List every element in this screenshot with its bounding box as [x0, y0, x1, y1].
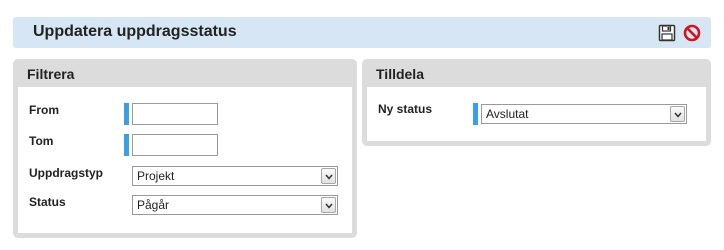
save-button[interactable]: [658, 24, 676, 42]
tom-required-marker: [124, 134, 129, 156]
uppdragstyp-select[interactable]: Projekt: [132, 166, 338, 186]
ny-status-value: Avslutat: [486, 107, 529, 121]
cancel-icon: [683, 24, 701, 42]
assign-panel-title: Tilldela: [376, 66, 424, 82]
chevron-down-icon[interactable]: [670, 106, 685, 122]
assign-panel-body: Ny status Avslutat: [367, 87, 706, 141]
status-label: Status: [29, 195, 66, 209]
from-input[interactable]: [132, 103, 218, 125]
page-title: Uppdatera uppdragsstatus: [33, 23, 237, 40]
assign-panel: Tilldela Ny status Avslutat: [362, 59, 711, 146]
filter-panel: Filtrera From Tom Uppdragstyp Projekt St…: [13, 59, 357, 238]
status-select[interactable]: Pågår: [132, 195, 338, 215]
uppdragstyp-label: Uppdragstyp: [29, 166, 104, 180]
ny-status-required-marker: [473, 103, 478, 125]
status-value: Pågår: [137, 198, 170, 212]
tom-input[interactable]: [132, 134, 218, 156]
filter-panel-title: Filtrera: [27, 66, 75, 82]
save-icon: [658, 24, 676, 42]
chevron-down-icon[interactable]: [321, 168, 336, 184]
from-required-marker: [124, 103, 129, 125]
from-label: From: [29, 103, 59, 117]
cancel-button[interactable]: [683, 24, 701, 42]
ny-status-label: Ny status: [378, 102, 433, 116]
tom-label: Tom: [29, 134, 54, 148]
ny-status-select[interactable]: Avslutat: [481, 104, 687, 124]
filter-panel-body: From Tom Uppdragstyp Projekt Status Pågå…: [18, 87, 352, 233]
uppdragstyp-value: Projekt: [137, 169, 175, 183]
chevron-down-icon[interactable]: [321, 197, 336, 213]
page-header: Uppdatera uppdragsstatus: [13, 17, 711, 48]
